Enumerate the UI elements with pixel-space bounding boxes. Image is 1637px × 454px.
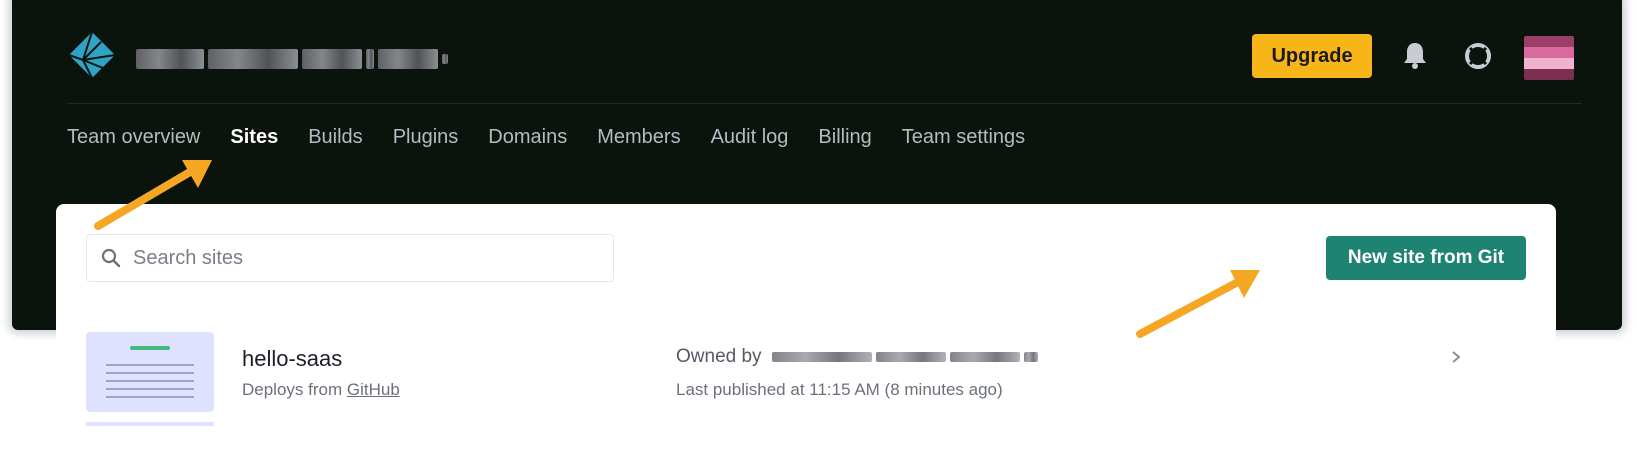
upgrade-button[interactable]: Upgrade bbox=[1252, 34, 1372, 78]
sites-panel: New site from Git hello-saas Deploys fro… bbox=[56, 204, 1556, 454]
tab-builds[interactable]: Builds bbox=[308, 126, 362, 149]
site-last-published: Last published at 11:15 AM (8 minutes ag… bbox=[676, 380, 1003, 399]
chevron-right-icon[interactable] bbox=[1449, 350, 1463, 364]
tab-billing[interactable]: Billing bbox=[818, 126, 871, 149]
tab-team-overview[interactable]: Team overview bbox=[67, 126, 200, 149]
search-box[interactable] bbox=[86, 234, 614, 282]
new-site-from-git-button[interactable]: New site from Git bbox=[1326, 236, 1526, 280]
tab-sites[interactable]: Sites bbox=[230, 126, 278, 149]
site-name[interactable]: hello-saas bbox=[242, 346, 342, 372]
header-divider bbox=[67, 103, 1582, 104]
team-name-redacted[interactable] bbox=[136, 46, 448, 72]
next-site-item-partial bbox=[86, 422, 214, 426]
search-icon bbox=[101, 248, 121, 268]
site-owner: Owned by bbox=[676, 346, 1038, 368]
site-thumbnail[interactable] bbox=[86, 332, 214, 412]
site-deploy-source: Deploys from GitHub bbox=[242, 380, 400, 399]
avatar[interactable] bbox=[1524, 36, 1574, 80]
tab-audit-log[interactable]: Audit log bbox=[711, 126, 789, 149]
deploy-source-link[interactable]: GitHub bbox=[347, 380, 400, 399]
tab-team-settings[interactable]: Team settings bbox=[902, 126, 1025, 149]
netlify-logo-icon[interactable] bbox=[67, 30, 117, 80]
team-nav-tabs: Team overview Sites Builds Plugins Domai… bbox=[67, 126, 1055, 149]
lifebuoy-icon[interactable] bbox=[1464, 42, 1492, 70]
search-input[interactable] bbox=[133, 246, 593, 270]
tab-domains[interactable]: Domains bbox=[488, 126, 567, 149]
tab-plugins[interactable]: Plugins bbox=[393, 126, 459, 149]
bell-icon[interactable] bbox=[1402, 40, 1428, 70]
tab-members[interactable]: Members bbox=[597, 126, 680, 149]
site-list-item[interactable]: hello-saas Deploys from GitHub Owned by … bbox=[56, 324, 1556, 414]
owner-name-redacted bbox=[771, 352, 1038, 362]
